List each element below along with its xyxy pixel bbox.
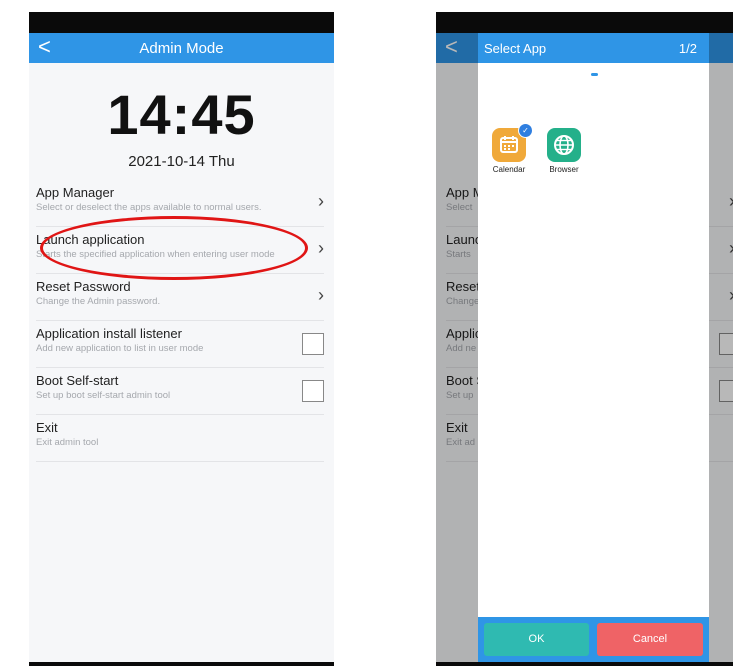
menu-item-exit[interactable]: Exit Exit admin tool	[36, 415, 324, 462]
calendar-icon: ✓	[492, 123, 533, 162]
status-bar	[436, 12, 733, 33]
menu-item-launch-application[interactable]: Launch application Starts the specified …	[36, 227, 324, 274]
select-app-dialog: Select App 1/2 ✓ Calendar Browser OK Can…	[478, 33, 709, 662]
status-bar	[29, 12, 334, 33]
admin-mode-screen: < Admin Mode 14:45 2021-10-14 Thu App Ma…	[29, 12, 334, 666]
chevron-right-icon: ›	[318, 191, 324, 211]
settings-menu: App Manager Select or deselect the apps …	[36, 180, 324, 462]
chevron-right-icon: ›	[318, 285, 324, 305]
install-listener-checkbox[interactable]	[302, 333, 324, 355]
page-title: Admin Mode	[139, 40, 224, 57]
app-tile-calendar[interactable]: ✓ Calendar	[487, 123, 533, 174]
menu-item-title: Exit	[36, 420, 58, 435]
dialog-footer: OK Cancel	[478, 617, 709, 662]
page-dot-indicator	[591, 73, 598, 76]
menu-item-subtitle: Add new application to list in user mode	[36, 343, 204, 354]
globe-icon	[547, 128, 581, 162]
menu-item-title: Application install listener	[36, 326, 182, 341]
menu-item-reset-password[interactable]: Reset Password Change the Admin password…	[36, 274, 324, 321]
boot-self-start-checkbox[interactable]	[302, 380, 324, 402]
cancel-button[interactable]: Cancel	[597, 623, 703, 656]
menu-item-subtitle: Set up boot self-start admin tool	[36, 390, 171, 401]
app-label: Browser	[549, 165, 579, 174]
app-header: < Admin Mode	[29, 33, 334, 63]
menu-item-boot-self-start: Boot Self-start Set up boot self-start a…	[36, 368, 324, 415]
menu-item-subtitle: Exit admin tool	[36, 437, 99, 448]
menu-item-subtitle: Starts the specified application when en…	[36, 249, 275, 260]
selected-check-icon: ✓	[518, 123, 533, 138]
navigation-bar	[29, 662, 334, 666]
menu-item-install-listener: Application install listener Add new app…	[36, 321, 324, 368]
navigation-bar	[436, 662, 733, 666]
page-indicator: 1/2	[678, 41, 697, 56]
menu-item-title: App Manager	[36, 185, 115, 200]
chevron-right-icon: ›	[318, 238, 324, 258]
menu-item-title: Boot Self-start	[36, 373, 119, 388]
date: 2021-10-14 Thu	[128, 153, 235, 170]
menu-item-title: Reset Password	[36, 279, 131, 294]
ok-button[interactable]: OK	[484, 623, 589, 656]
menu-item-app-manager[interactable]: App Manager Select or deselect the apps …	[36, 180, 324, 227]
dialog-header: Select App 1/2	[478, 33, 709, 63]
dialog-title: Select App	[484, 41, 547, 56]
menu-item-subtitle: Select or deselect the apps available to…	[36, 202, 262, 213]
select-app-screen: < App M Select › Launc Starts › Reset Ch…	[436, 12, 733, 666]
clock: 14:45	[107, 83, 256, 146]
app-tile-browser[interactable]: Browser	[542, 128, 586, 174]
menu-item-subtitle: Change the Admin password.	[36, 296, 161, 307]
app-label: Calendar	[492, 165, 526, 174]
menu-item-title: Launch application	[36, 232, 145, 247]
